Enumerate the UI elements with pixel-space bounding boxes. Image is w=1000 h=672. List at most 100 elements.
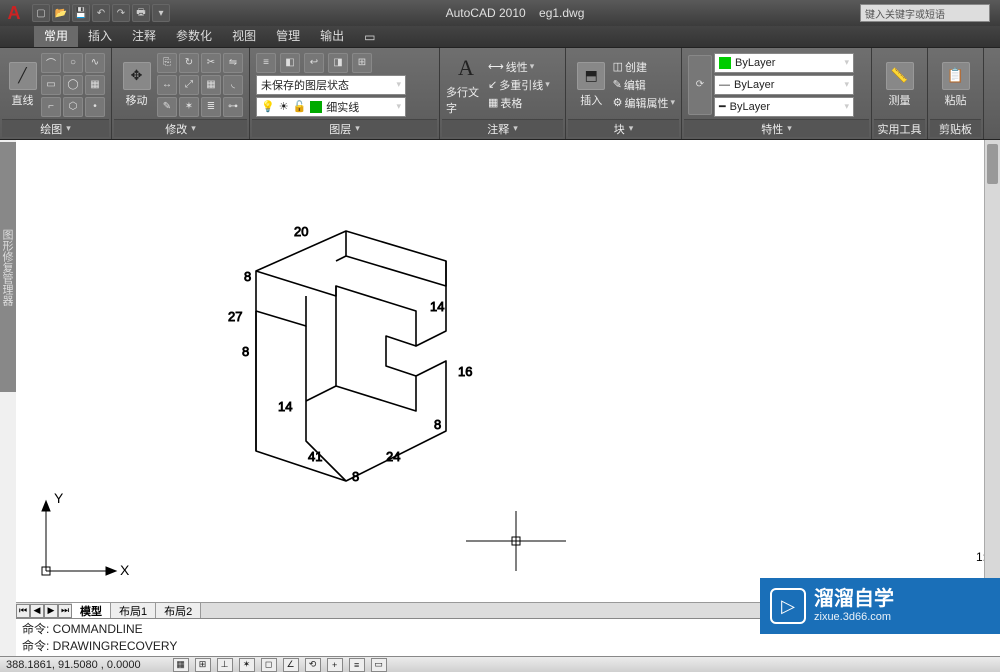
qat-save-icon[interactable]: 💾 — [72, 4, 90, 22]
qat-print-icon[interactable]: 🖶 — [132, 4, 150, 22]
tab-nav-last-icon[interactable]: ⏭ — [58, 604, 72, 618]
layer-color-swatch — [310, 101, 322, 113]
layer-states-icon[interactable]: ◧ — [280, 53, 300, 73]
block-edit-button[interactable]: ✎编辑 — [613, 77, 675, 93]
grid-toggle[interactable]: ⊞ — [195, 658, 211, 672]
polyline-icon[interactable]: ⌐ — [41, 97, 61, 117]
qp-toggle[interactable]: ▭ — [371, 658, 387, 672]
ducs-toggle[interactable]: ⟲ — [305, 658, 321, 672]
panel-clipboard-title[interactable]: 剪贴板 — [930, 119, 981, 137]
arc-icon[interactable]: ⌒ — [41, 53, 61, 73]
qat-open-icon[interactable]: 📂 — [52, 4, 70, 22]
tab-model[interactable]: 模型 — [72, 603, 111, 618]
color-combo[interactable]: ByLayer▾ — [714, 53, 854, 73]
layer-props-icon[interactable]: ≡ — [256, 53, 276, 73]
block-attr-button[interactable]: ⚙编辑属性▾ — [613, 95, 675, 111]
linear-dim-button[interactable]: ⟷线性▾ — [488, 59, 550, 75]
panel-properties-title[interactable]: 特性▾ — [684, 119, 869, 137]
tab-nav-next-icon[interactable]: ▶ — [44, 604, 58, 618]
vertical-scrollbar[interactable] — [984, 140, 1000, 602]
tab-nav-prev-icon[interactable]: ◀ — [30, 604, 44, 618]
scrollbar-thumb[interactable] — [987, 144, 998, 184]
tab-layout2[interactable]: 布局2 — [156, 603, 201, 618]
circle-icon[interactable]: ○ — [63, 53, 83, 73]
tab-layout1[interactable]: 布局1 — [111, 603, 156, 618]
snap-toggle[interactable]: ▦ — [173, 658, 189, 672]
panel-block-title[interactable]: 块▾ — [568, 119, 679, 137]
mleader-button[interactable]: ↙多重引线▾ — [488, 77, 550, 93]
tab-view[interactable]: 视图 — [222, 24, 266, 47]
rotate-icon[interactable]: ↻ — [179, 53, 199, 73]
fillet-icon[interactable]: ◟ — [223, 75, 243, 95]
scale-icon[interactable]: ⤢ — [179, 75, 199, 95]
erase-icon[interactable]: ✎ — [157, 97, 177, 117]
layer-prev-icon[interactable]: ↩ — [304, 53, 324, 73]
tab-output[interactable]: 输出 — [310, 24, 354, 47]
point-icon[interactable]: • — [85, 97, 105, 117]
measure-button[interactable]: 📏 测量 — [880, 62, 920, 108]
sidebar-tab-recovery[interactable]: 图形修复管理器 — [0, 142, 16, 392]
table-button[interactable]: ▦表格 — [488, 95, 550, 111]
copy-icon[interactable]: ⎘ — [157, 53, 177, 73]
bulb-icon: 💡 — [261, 100, 275, 113]
lwt-toggle[interactable]: ≡ — [349, 658, 365, 672]
layer-match-icon[interactable]: ⊞ — [352, 53, 372, 73]
trim-icon[interactable]: ✂ — [201, 53, 221, 73]
tab-extra-icon[interactable]: ▭ — [354, 27, 385, 47]
mtext-label: 多行文字 — [446, 84, 486, 116]
move-button[interactable]: ✥ 移动 — [118, 62, 155, 108]
move-label: 移动 — [126, 92, 148, 108]
qat-dropdown-icon[interactable]: ▾ — [152, 4, 170, 22]
polar-toggle[interactable]: ✶ — [239, 658, 255, 672]
tab-home[interactable]: 常用 — [34, 24, 78, 47]
dim-icon: ⟷ — [488, 60, 504, 73]
tab-manage[interactable]: 管理 — [266, 24, 310, 47]
layer-iso-icon[interactable]: ◨ — [328, 53, 348, 73]
qat-new-icon[interactable]: ▢ — [32, 4, 50, 22]
linetype-combo[interactable]: ━ByLayer▾ — [714, 97, 854, 117]
mirror-icon[interactable]: ⇋ — [223, 53, 243, 73]
search-input[interactable]: 键入关键字或短语 — [860, 4, 990, 22]
spline-icon[interactable]: ∿ — [85, 53, 105, 73]
polygon-icon[interactable]: ⬡ — [63, 97, 83, 117]
join-icon[interactable]: ⊶ — [223, 97, 243, 117]
ellipse-icon[interactable]: ◯ — [63, 75, 83, 95]
qat-redo-icon[interactable]: ↷ — [112, 4, 130, 22]
svg-text:14: 14 — [278, 399, 292, 414]
quick-access-toolbar: ▢ 📂 💾 ↶ ↷ 🖶 ▾ — [32, 4, 170, 22]
tab-annotate[interactable]: 注释 — [122, 24, 166, 47]
drawing-area[interactable]: Y X 20 8 27 8 14 41 8 24 8 14 16 1: — [16, 140, 1000, 602]
mtext-button[interactable]: A 多行文字 — [446, 54, 486, 116]
svg-text:8: 8 — [434, 417, 441, 432]
tab-parametric[interactable]: 参数化 — [166, 24, 222, 47]
panel-annotation-title[interactable]: 注释▾ — [442, 119, 563, 137]
array-icon[interactable]: ▦ — [201, 75, 221, 95]
offset-icon[interactable]: ≣ — [201, 97, 221, 117]
block-create-button[interactable]: ◫创建 — [613, 59, 675, 75]
lineweight-combo[interactable]: ―ByLayer▾ — [714, 75, 854, 95]
app-logo[interactable]: A — [0, 0, 28, 26]
dyn-toggle[interactable]: + — [327, 658, 343, 672]
qat-undo-icon[interactable]: ↶ — [92, 4, 110, 22]
osnap-toggle[interactable]: ◻ — [261, 658, 277, 672]
crosshair-cursor — [466, 511, 566, 571]
panel-utilities-title[interactable]: 实用工具 — [874, 119, 925, 137]
insert-button[interactable]: ⬒ 插入 — [572, 62, 611, 108]
rect-icon[interactable]: ▭ — [41, 75, 61, 95]
ortho-toggle[interactable]: ⊥ — [217, 658, 233, 672]
line-button[interactable]: ╱ 直线 — [6, 62, 39, 108]
paste-button[interactable]: 📋 粘贴 — [936, 62, 976, 108]
match-props-icon[interactable]: ⟳ — [688, 55, 712, 115]
stretch-icon[interactable]: ↔ — [157, 75, 177, 95]
panel-modify-title[interactable]: 修改▾ — [114, 119, 247, 137]
tab-nav-first-icon[interactable]: ⏮ — [16, 604, 30, 618]
otrack-toggle[interactable]: ∠ — [283, 658, 299, 672]
panel-layer-title[interactable]: 图层▾ — [252, 119, 437, 137]
explode-icon[interactable]: ✶ — [179, 97, 199, 117]
hatch-icon[interactable]: ▦ — [85, 75, 105, 95]
panel-draw-title[interactable]: 绘图▾ — [2, 119, 109, 137]
layer-state-combo[interactable]: 未保存的图层状态▾ — [256, 75, 406, 95]
layer-current-combo[interactable]: 💡☀🔓细实线 ▾ — [256, 97, 406, 117]
tab-insert[interactable]: 插入 — [78, 24, 122, 47]
panel-utilities: 📏 测量 实用工具 — [872, 48, 928, 139]
